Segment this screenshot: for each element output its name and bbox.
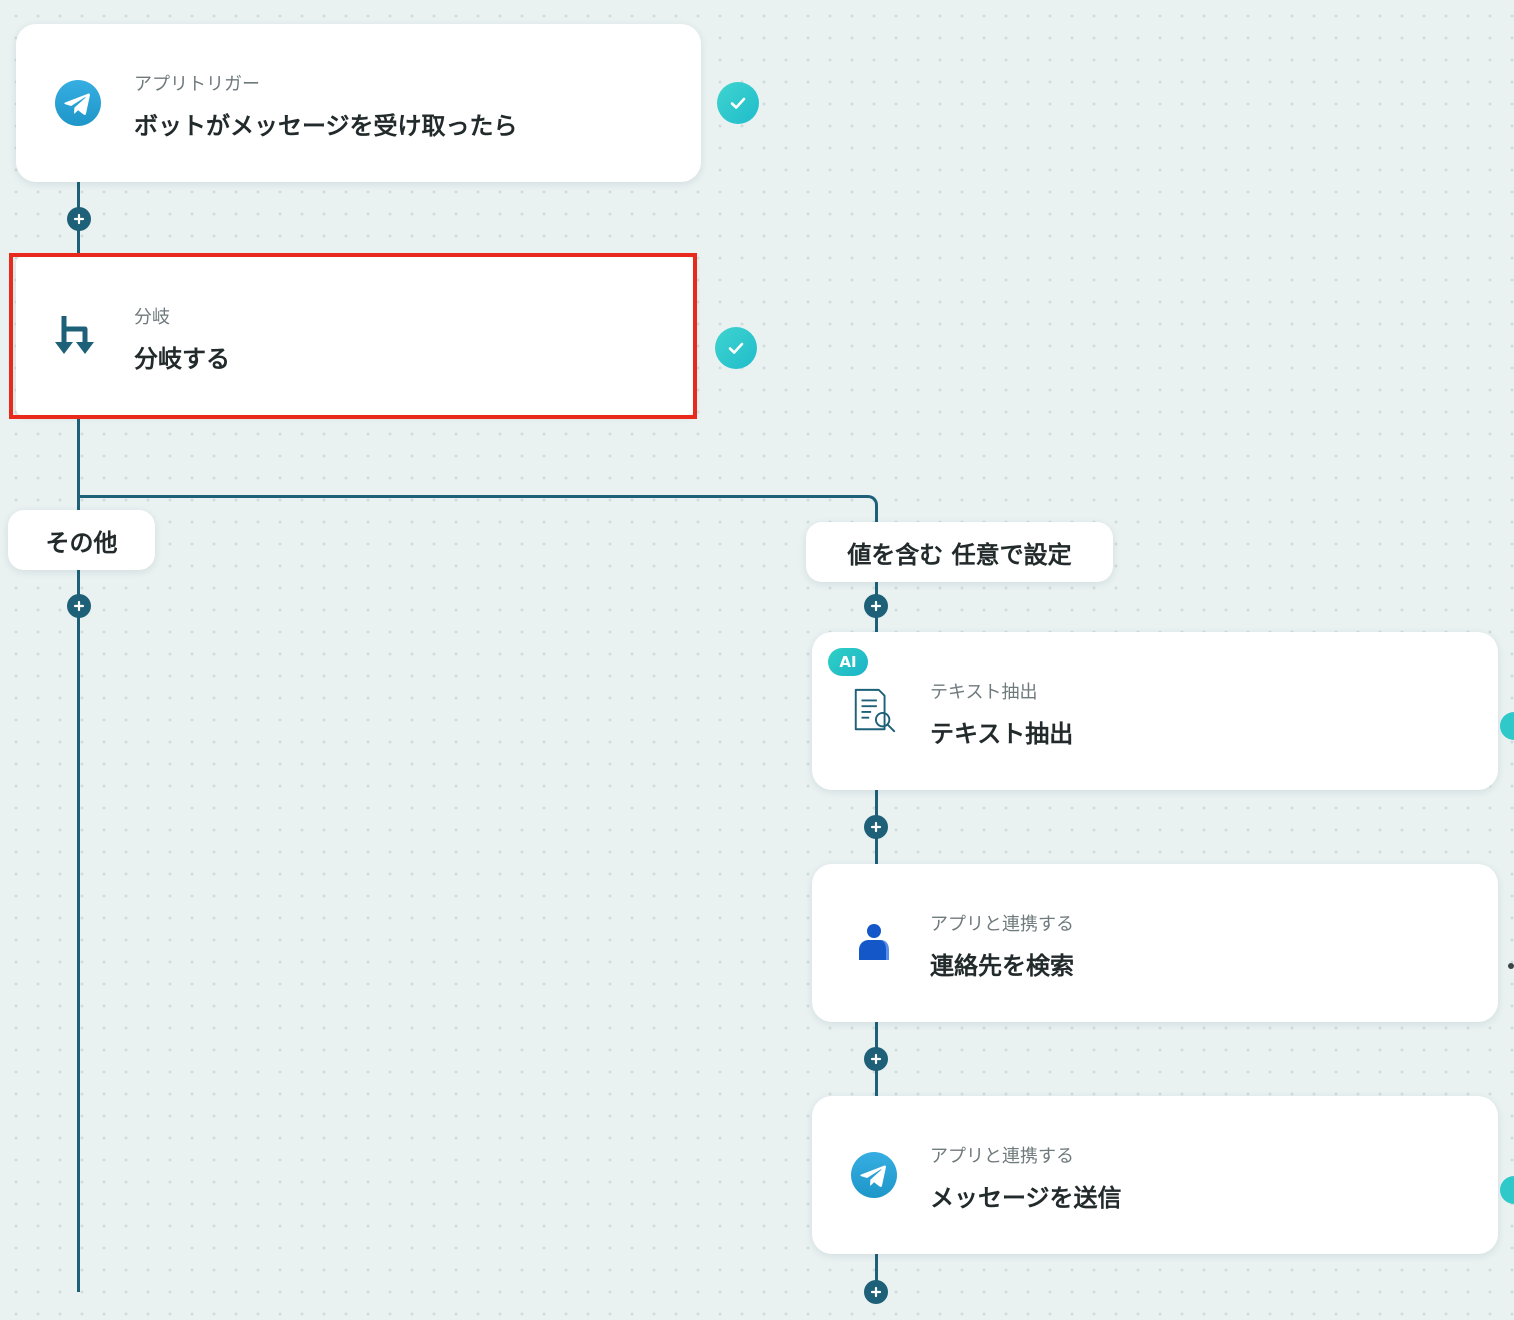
step-title: テキスト抽出 — [930, 720, 1074, 748]
step-type-label: 分岐 — [134, 307, 170, 328]
check-icon — [715, 327, 757, 369]
document-search-icon — [850, 687, 898, 735]
step-card-send-message[interactable]: アプリと連携する メッセージを送信 — [812, 1096, 1498, 1254]
step-type-label: アプリトリガー — [134, 74, 260, 95]
step-type-label: アプリと連携する — [930, 1146, 1074, 1167]
step-type-label: アプリと連携する — [930, 914, 1074, 935]
add-step-button[interactable] — [864, 1280, 888, 1304]
add-step-button[interactable] — [67, 594, 91, 618]
step-title: ボットがメッセージを受け取ったら — [134, 112, 518, 140]
step-title: メッセージを送信 — [930, 1184, 1122, 1212]
branch-label-condition[interactable]: 値を含む 任意で設定 — [806, 522, 1113, 582]
step-title: 連絡先を検索 — [930, 952, 1074, 980]
add-step-button[interactable] — [864, 594, 888, 618]
branch-card[interactable]: 分岐 分岐する — [16, 257, 694, 415]
trigger-card[interactable]: アプリトリガー ボットがメッセージを受け取ったら — [16, 24, 701, 182]
add-step-button[interactable] — [864, 815, 888, 839]
branch-icon — [52, 312, 100, 360]
add-step-button[interactable] — [67, 207, 91, 231]
telegram-icon — [54, 79, 102, 127]
status-indicator — [1500, 1176, 1514, 1204]
step-title: 分岐する — [134, 345, 230, 373]
telegram-icon — [850, 1151, 898, 1199]
step-card-text-extraction[interactable]: AI テキスト抽出 テキスト抽出 — [812, 632, 1498, 790]
status-indicator — [1508, 963, 1514, 969]
status-indicator — [1500, 712, 1514, 740]
workflow-canvas[interactable]: アプリトリガー ボットがメッセージを受け取ったら 分岐 分岐する その他 値を含… — [0, 0, 1514, 1320]
branch-label-other[interactable]: その他 — [8, 510, 155, 570]
step-card-contact-search[interactable]: アプリと連携する 連絡先を検索 — [812, 864, 1498, 1022]
ai-badge: AI — [828, 648, 868, 676]
branch-connector-line — [77, 495, 860, 498]
add-step-button[interactable] — [864, 1047, 888, 1071]
branch-connector-corner — [858, 495, 878, 515]
step-type-label: テキスト抽出 — [930, 682, 1038, 703]
check-icon — [717, 82, 759, 124]
contact-person-icon — [850, 919, 898, 967]
